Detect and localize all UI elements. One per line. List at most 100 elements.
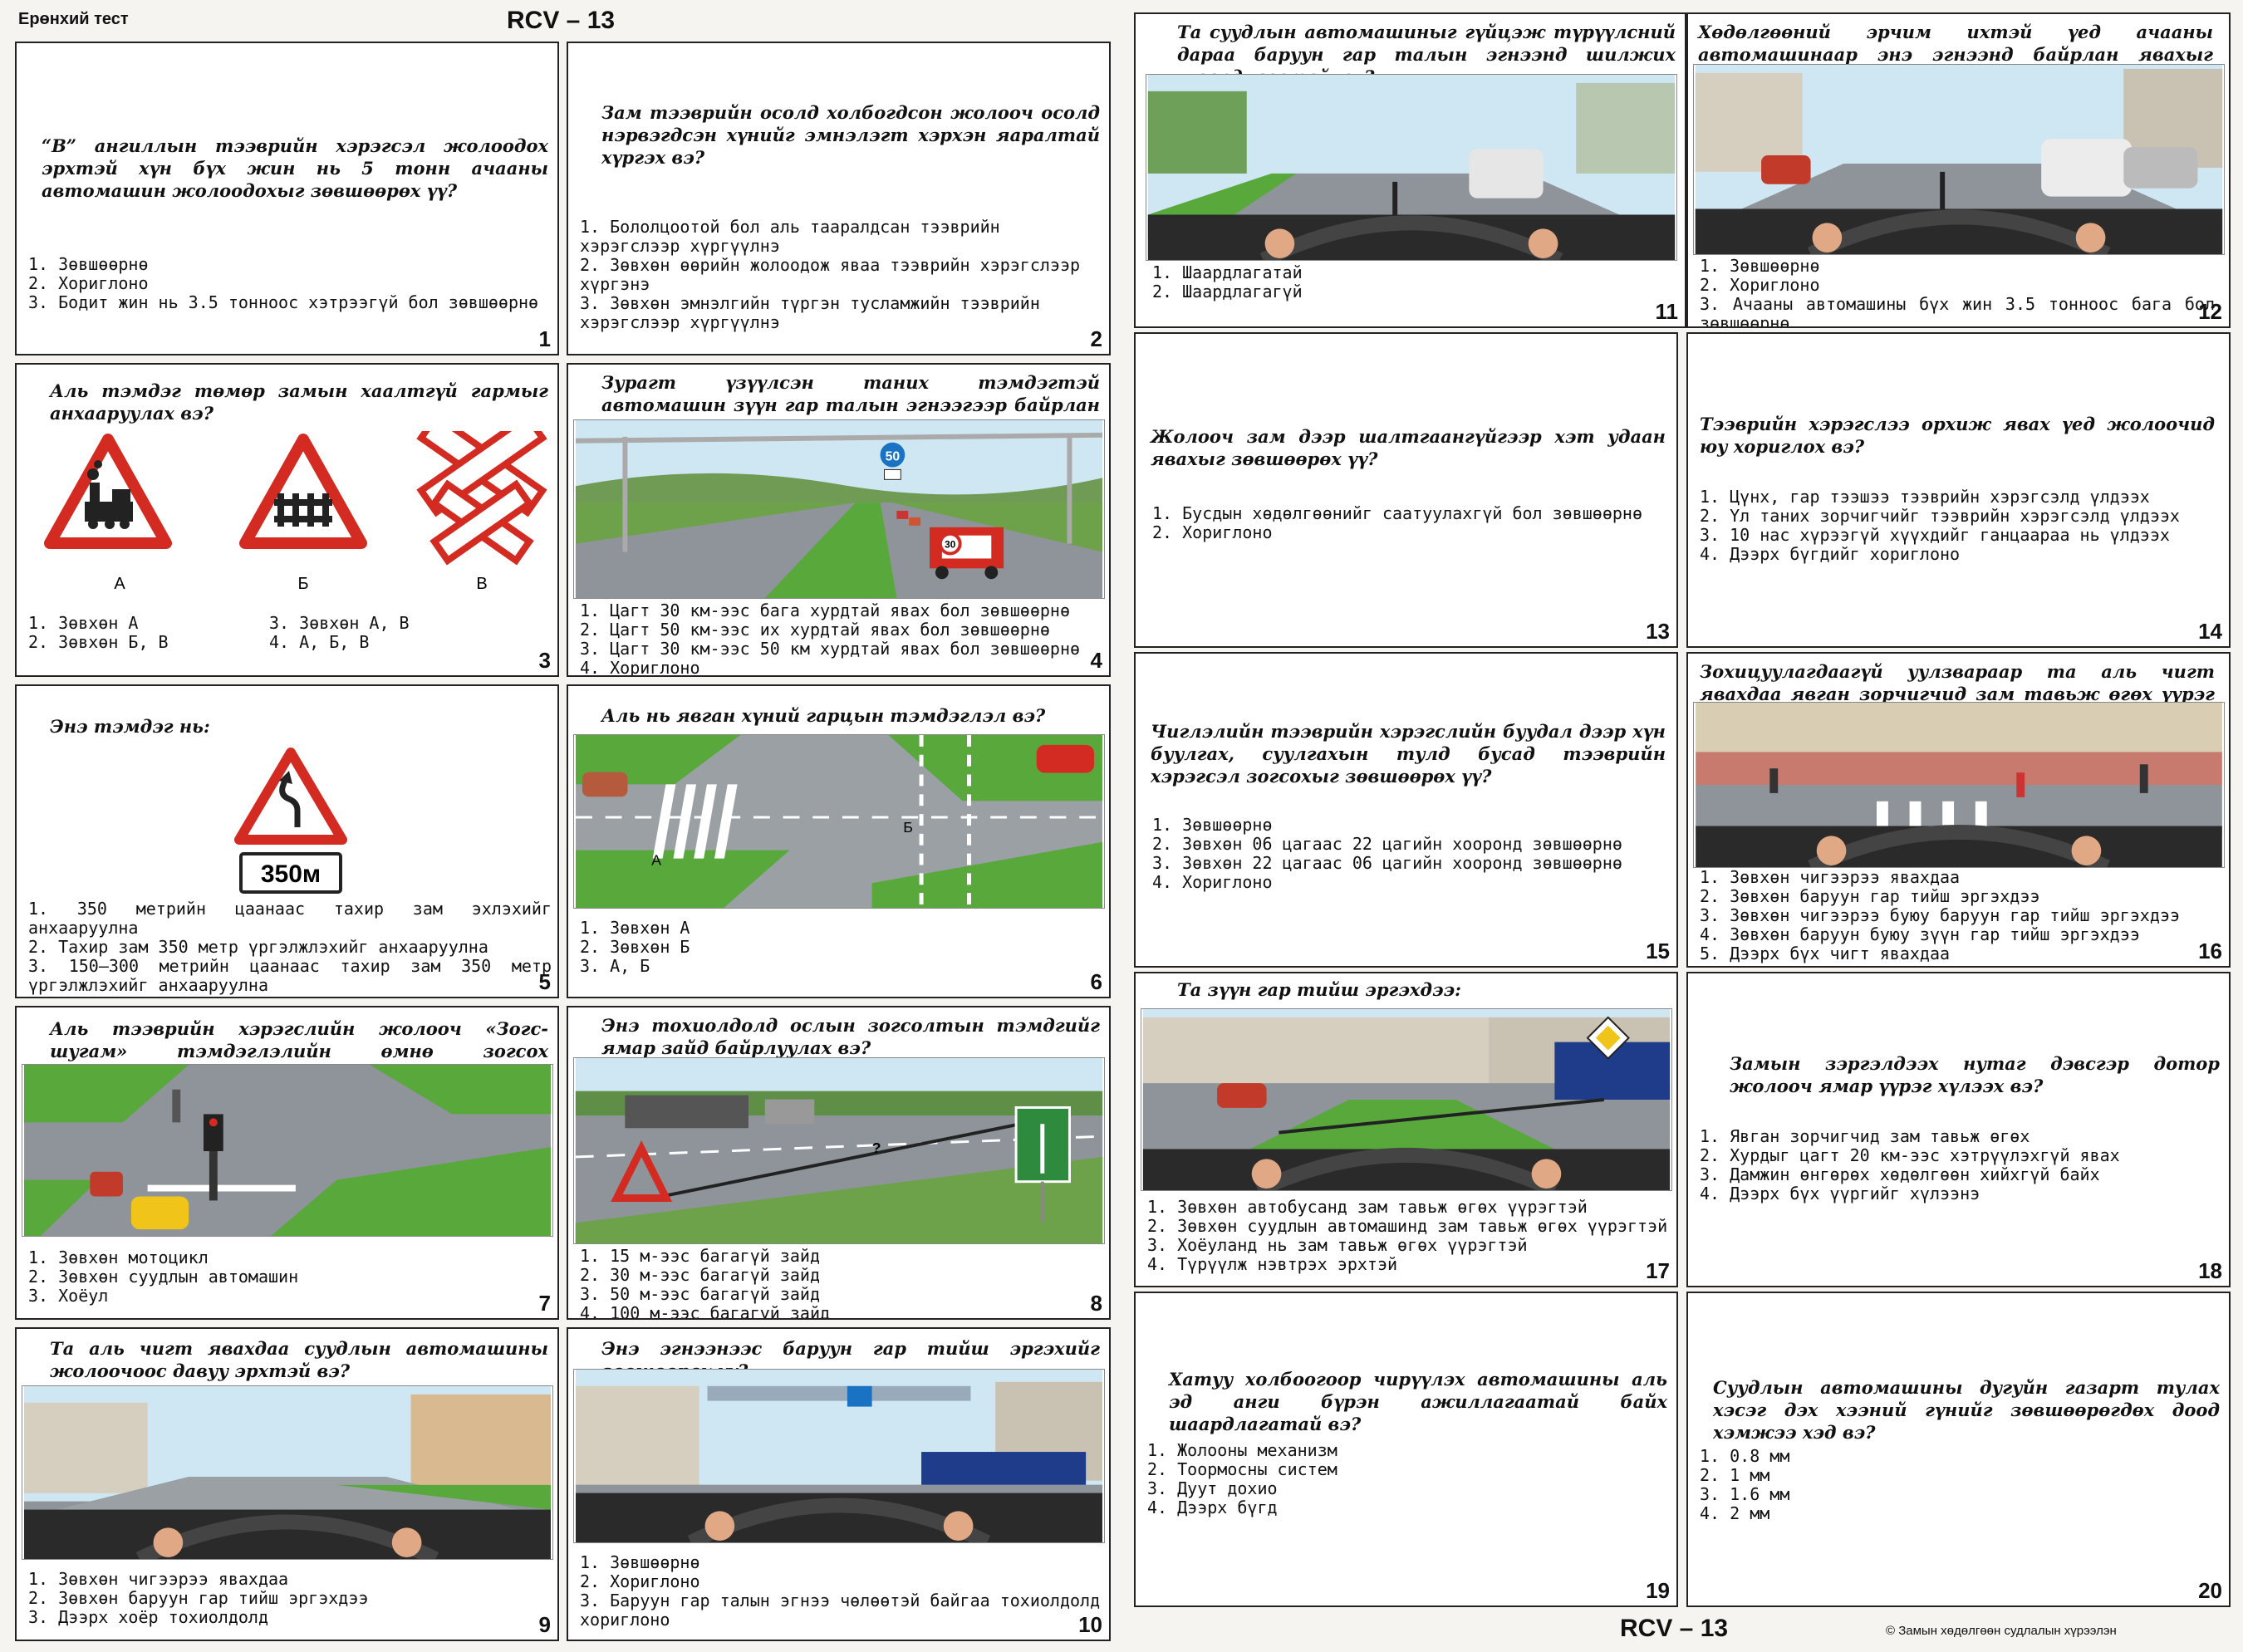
question-card-15: Чиглэлийн тээврийн хэрэгслийн буудал дээ… bbox=[1134, 652, 1678, 968]
answer-option[interactable]: 2. Хориглоно bbox=[1700, 276, 2215, 295]
answer-option[interactable]: 2. Шаардлагагүй bbox=[1152, 282, 1676, 301]
answer-option[interactable]: 3. Зөвхөн чигээрээ буюу баруун гар тийш … bbox=[1700, 906, 2215, 925]
answer-option[interactable]: 4. А, Б, В bbox=[269, 633, 493, 652]
answer-option[interactable]: 2. Зөвхөн суудлын автомашин bbox=[28, 1267, 552, 1287]
question-card-9: Та аль чигт явахдаа суудлын автомашины ж… bbox=[15, 1327, 559, 1641]
answer-option[interactable]: 1. Зөвхөн чигээрээ явахдаа bbox=[28, 1570, 552, 1589]
answer-option[interactable]: 1. Бололцоотой бол аль тааралдсан тээври… bbox=[580, 218, 1103, 256]
question-number: 9 bbox=[538, 1612, 551, 1637]
answer-option[interactable]: 3. Цагт 30 км-ээс 50 км хурдтай явах бол… bbox=[580, 640, 1103, 659]
answer-option[interactable]: 4. Хориглоно bbox=[580, 659, 1103, 676]
answer-option[interactable]: 3. Баруун гар талын эгнээ чөлөөтэй байга… bbox=[580, 1591, 1103, 1630]
answer-option[interactable]: 3. Дээрх хоёр тохиолдолд bbox=[28, 1608, 552, 1627]
answer-option[interactable]: 1. Зөвхөн мотоцикл bbox=[28, 1248, 552, 1267]
answer-list: 1. Зөвшөөрнө 2. Хориглоно 3. Ачааны авто… bbox=[1700, 257, 2215, 327]
answer-option[interactable]: 1. Цүнх, гар тээшээ тээврийн хэрэгсэлд ү… bbox=[1700, 488, 2215, 507]
answer-list: 1. Бололцоотой бол аль тааралдсан тээври… bbox=[580, 218, 1103, 332]
answer-option[interactable]: 1. Зөвшөөрнө bbox=[1152, 816, 1667, 835]
answer-option[interactable]: 3. Зөвхөн А, В bbox=[269, 614, 493, 633]
answer-option[interactable]: 1. Зөвхөн чигээрээ явахдаа bbox=[1700, 868, 2215, 887]
answer-option[interactable]: 1. 350 метрийн цаанаас тахир зам эхлэхий… bbox=[28, 900, 552, 938]
question-card-20: Суудлын автомашины дугуйн газарт тулах х… bbox=[1686, 1292, 2231, 1607]
answer-option[interactable]: 4. Дээрх бүгд bbox=[1147, 1498, 1662, 1517]
answer-option[interactable]: 2. 30 м-ээс багагүй зайд bbox=[580, 1266, 1103, 1285]
answer-option[interactable]: 2. Хориглоно bbox=[28, 274, 552, 293]
answer-option[interactable]: 3. 150–300 метрийн цаанаас тахир зам 350… bbox=[28, 957, 552, 995]
question-text: Энэ тэмдэг нь: bbox=[50, 716, 210, 737]
question-card-13: Жолооч зам дээр шалтгаангүйгээр хэт удаа… bbox=[1134, 332, 1678, 648]
question-text: Аль нь явган хүний гарцын тэмдэглэл вэ? bbox=[601, 705, 1046, 726]
answer-option[interactable]: 3. 50 м-ээс багагүй зайд bbox=[580, 1285, 1103, 1304]
answer-option[interactable]: 2. Хориглоно bbox=[580, 1572, 1103, 1591]
crosswalk-label-a: А bbox=[651, 851, 661, 868]
answer-option[interactable]: 2. Зөвхөн баруун гар тийш эргэхдээ bbox=[28, 1589, 552, 1608]
answer-option[interactable]: 1. Жолооны механизм bbox=[1147, 1441, 1662, 1460]
answer-option[interactable]: 1. Зөвшөөрнө bbox=[580, 1553, 1103, 1572]
answer-option[interactable]: 2. Зөвхөн Б, В bbox=[28, 633, 253, 652]
answer-option[interactable]: 3. Дамжин өнгөрөх хөдөлгөөн хийхгүй байх bbox=[1700, 1165, 2215, 1184]
answer-option[interactable]: 3. Дуут дохио bbox=[1147, 1479, 1662, 1498]
sign-label-a: А bbox=[114, 575, 125, 593]
question-card-4: Зурагт үзүүлсэн таних тэмдэгтэй автомаши… bbox=[567, 363, 1111, 677]
lane-direction-sign-icon bbox=[847, 1385, 872, 1407]
answer-option[interactable]: 2. Цагт 50 км-ээс их хурдтай явах бол зө… bbox=[580, 620, 1103, 640]
answer-option[interactable]: 5. Дээрх бүх чигт явахдаа bbox=[1700, 944, 2215, 963]
answer-list: 1. Бусдын хөдөлгөөнийг саатуулахгүй бол … bbox=[1152, 504, 1667, 542]
answer-option[interactable]: 1. Зөвхөн А bbox=[28, 614, 253, 633]
answer-list: 1. 350 метрийн цаанаас тахир зам эхлэхий… bbox=[28, 900, 552, 995]
answer-option[interactable]: 1. Зөвхөн А bbox=[580, 919, 1103, 938]
test-code-right: RCV – 13 bbox=[1620, 1615, 1729, 1642]
answer-option[interactable]: 2. Зөвхөн 06 цагаас 22 цагийн хооронд зө… bbox=[1152, 835, 1667, 854]
answer-option[interactable]: 2. Зөвхөн Б bbox=[580, 938, 1103, 957]
question-number: 20 bbox=[2198, 1578, 2222, 1603]
answer-option[interactable]: 4. Түрүүлж нэвтрэх эрхтэй bbox=[1147, 1255, 1671, 1274]
question-card-1: “В” ангиллын тээврийн хэрэгсэл жолоодох … bbox=[15, 42, 559, 355]
answer-option[interactable]: 1. 15 м-ээс багагүй зайд bbox=[580, 1247, 1103, 1266]
pedestrian-crossing-image: А Б bbox=[573, 734, 1105, 909]
answer-option[interactable]: 3. Зөвхөн 22 цагаас 06 цагийн хооронд зө… bbox=[1152, 854, 1667, 873]
answer-option[interactable]: 1. Бусдын хөдөлгөөнийг саатуулахгүй бол … bbox=[1152, 504, 1667, 523]
answer-option[interactable]: 1. Цагт 30 км-ээс бага хурдтай явах бол … bbox=[580, 601, 1103, 620]
hand-icon bbox=[943, 1511, 974, 1542]
answer-option[interactable]: 1. Зөвшөөрнө bbox=[28, 255, 552, 274]
answer-option[interactable]: 4. 100 м-ээс багагүй зайд bbox=[580, 1304, 1103, 1319]
answer-option[interactable]: 3. А, Б bbox=[580, 957, 1103, 976]
pedestrian-icon bbox=[2139, 764, 2148, 793]
answer-option[interactable]: 2. Хориглоно bbox=[1152, 523, 1667, 542]
answer-option[interactable]: 2. Тахир зам 350 метр үргэлжлэхийг анхаа… bbox=[28, 938, 552, 957]
question-card-19: Хатуу холбоогоор чирүүлэх автомашины аль… bbox=[1134, 1292, 1678, 1607]
sign-b-railway-crossing-with-barrier-icon bbox=[239, 434, 367, 549]
answer-option[interactable]: 2. Хурдыг цагт 20 км-ээс хэтрүүлэхгүй яв… bbox=[1700, 1146, 2215, 1165]
answer-option[interactable]: 4. 2 мм bbox=[1700, 1504, 2215, 1523]
pedestrian-icon bbox=[1769, 768, 1779, 793]
answer-option[interactable]: 3. Бодит жин нь 3.5 тонноос хэтрээгүй бо… bbox=[28, 293, 552, 312]
answer-option[interactable]: 1. Зөвхөн автобусанд зам тавьж өгөх үүрэ… bbox=[1147, 1198, 1671, 1217]
sign-v-double-railway-cross-icon bbox=[416, 431, 547, 566]
answer-option[interactable]: 4. Дээрх бүгдийг хориглоно bbox=[1700, 545, 2215, 564]
answer-option[interactable]: 3. Хоёуланд нь зам тавьж өгөх үүрэгтэй bbox=[1147, 1236, 1671, 1255]
answer-option[interactable]: 4. Зөвхөн баруун буюу зүүн гар тийш эргэ… bbox=[1700, 925, 2215, 944]
answer-option[interactable]: 2. Зөвхөн баруун гар тийш эргэхдээ bbox=[1700, 887, 2215, 906]
answer-option[interactable]: 1. Явган зорчигчид зам тавьж өгөх bbox=[1700, 1127, 2215, 1146]
answer-option[interactable]: 2. 1 мм bbox=[1700, 1466, 2215, 1485]
overhead-sign-gantry bbox=[707, 1385, 971, 1401]
answer-option[interactable]: 4. Хориглоно bbox=[1152, 873, 1667, 892]
answer-option[interactable]: 1. Зөвшөөрнө bbox=[1700, 257, 2215, 276]
answer-list: 1. 0.8 мм 2. 1 мм 3. 1.6 мм 4. 2 мм bbox=[1700, 1447, 2215, 1523]
question-card-12: Хөдөлгөөний эрчим ихтэй үед ачааны автом… bbox=[1686, 12, 2231, 328]
answer-option[interactable]: 3. 1.6 мм bbox=[1700, 1485, 2215, 1504]
answer-option[interactable]: 1. 0.8 мм bbox=[1700, 1447, 2215, 1466]
answer-option[interactable]: 2. Үл таних зорчигчийг тээврийн хэрэгсэл… bbox=[1700, 507, 2215, 526]
answer-option[interactable]: 3. 10 нас хүрээгүй хүүхдийг ганцаараа нь… bbox=[1700, 526, 2215, 545]
question-card-5: Энэ тэмдэг нь: 350м 1. 350 метрийн цаана… bbox=[15, 684, 559, 998]
hand-icon bbox=[391, 1527, 422, 1558]
answer-option[interactable]: 2. Тоормосны систем bbox=[1147, 1460, 1662, 1479]
answer-option[interactable]: 3. Зөвхөн эмнэлгийн түргэн тусламжийн тэ… bbox=[580, 294, 1103, 332]
answer-option[interactable]: 3. Хоёул bbox=[28, 1287, 552, 1306]
answer-option[interactable]: 3. Ачааны автомашины бүх жин 3.5 тонноос… bbox=[1700, 295, 2215, 327]
answer-option[interactable]: 4. Дээрх бүх үүргийг хүлээнэ bbox=[1700, 1184, 2215, 1203]
answer-option[interactable]: 2. Зөвхөн өөрийн жолоодож яваа тээврийн … bbox=[580, 256, 1103, 294]
answer-option[interactable]: 1. Шаардлагатай bbox=[1152, 263, 1676, 282]
answer-option[interactable]: 2. Зөвхөн суудлын автомашинд зам тавьж ө… bbox=[1147, 1217, 1671, 1236]
answer-list: 1. Цагт 30 км-ээс бага хурдтай явах бол … bbox=[580, 601, 1103, 676]
